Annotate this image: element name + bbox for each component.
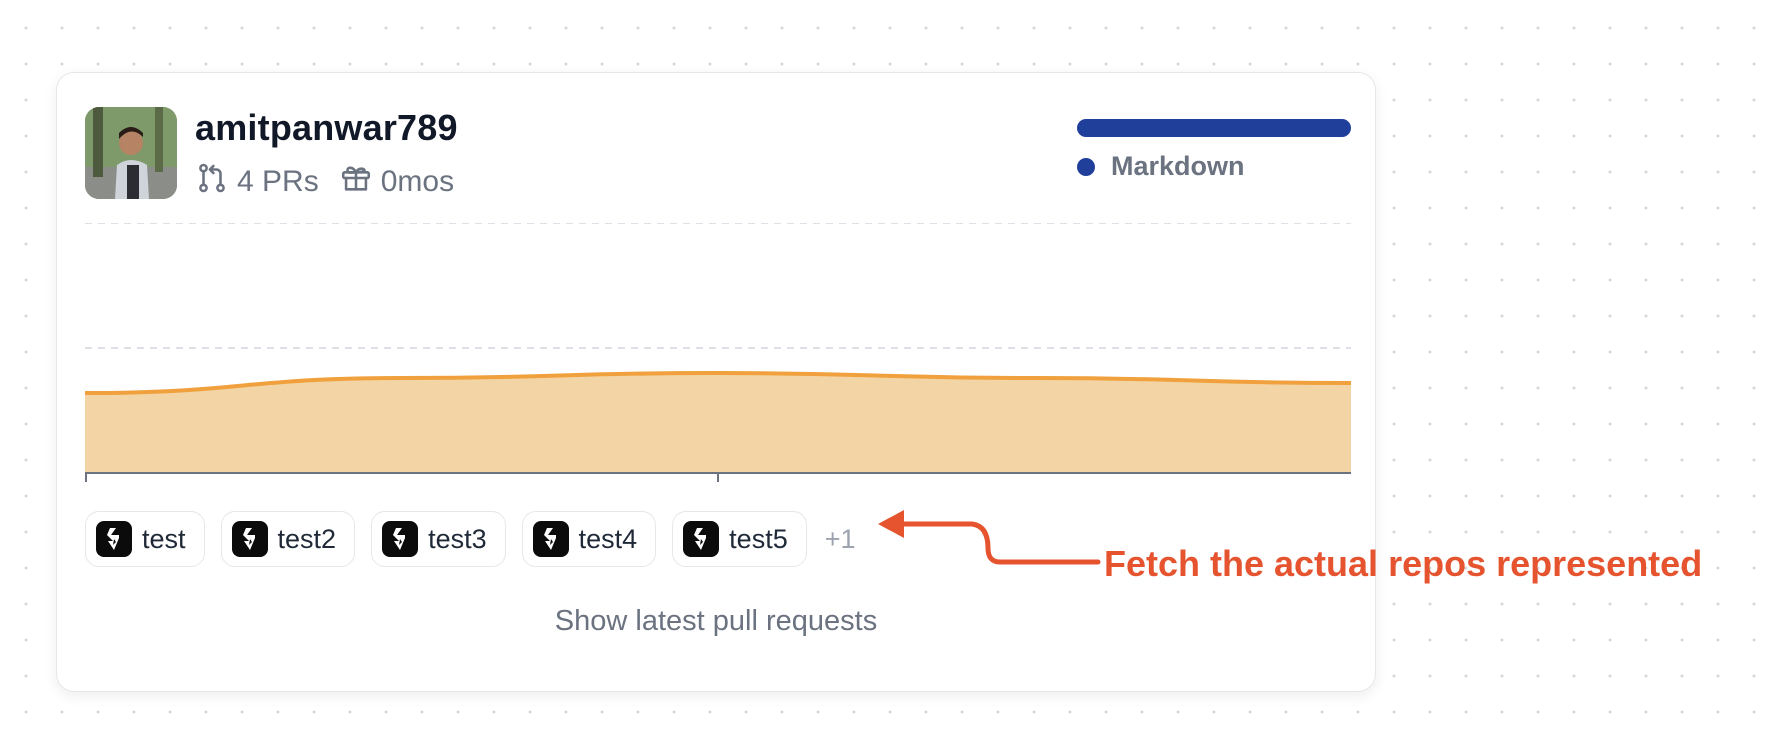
activity-chart — [85, 223, 1351, 482]
more-repos-count[interactable]: +1 — [825, 524, 856, 555]
repo-logo-icon — [382, 521, 419, 557]
language-legend-item: Markdown — [1077, 151, 1245, 182]
gift-icon — [339, 161, 373, 203]
contributor-card: amitpanwar789 4 PRs 0mos Markdown test t… — [56, 72, 1376, 692]
repo-logo-icon — [231, 521, 268, 557]
repo-name: test5 — [729, 523, 788, 554]
language-bar — [1077, 119, 1351, 137]
account-age: 0mos — [380, 165, 455, 198]
repo-chip[interactable]: test3 — [371, 511, 506, 567]
repo-chip[interactable]: test4 — [521, 511, 657, 567]
repo-name: test4 — [578, 523, 638, 554]
show-latest-prs-button[interactable]: Show latest pull requests — [57, 605, 1375, 638]
repo-chip[interactable]: test — [85, 511, 205, 567]
repo-logo-icon — [96, 521, 132, 557]
repo-chip[interactable]: test5 — [672, 511, 807, 567]
language-label: Markdown — [1111, 151, 1245, 181]
repo-chip[interactable]: test2 — [220, 511, 356, 567]
repo-logo-icon — [532, 521, 569, 557]
pull-request-icon — [195, 161, 229, 203]
repo-name: test — [142, 523, 186, 554]
avatar[interactable] — [85, 107, 177, 199]
pr-count: 4 PRs — [237, 165, 319, 198]
annotation-text: Fetch the actual repos represented — [1104, 543, 1703, 584]
repo-name: test3 — [428, 523, 487, 554]
repo-list: test test2 test3 test4 test5 +1 — [85, 511, 856, 567]
language-dot — [1077, 157, 1095, 176]
profile-meta: 4 PRs 0mos — [195, 161, 466, 203]
username[interactable]: amitpanwar789 — [195, 107, 458, 149]
repo-name: test2 — [277, 523, 337, 554]
repo-logo-icon — [683, 521, 720, 557]
area-fill — [85, 373, 1351, 473]
